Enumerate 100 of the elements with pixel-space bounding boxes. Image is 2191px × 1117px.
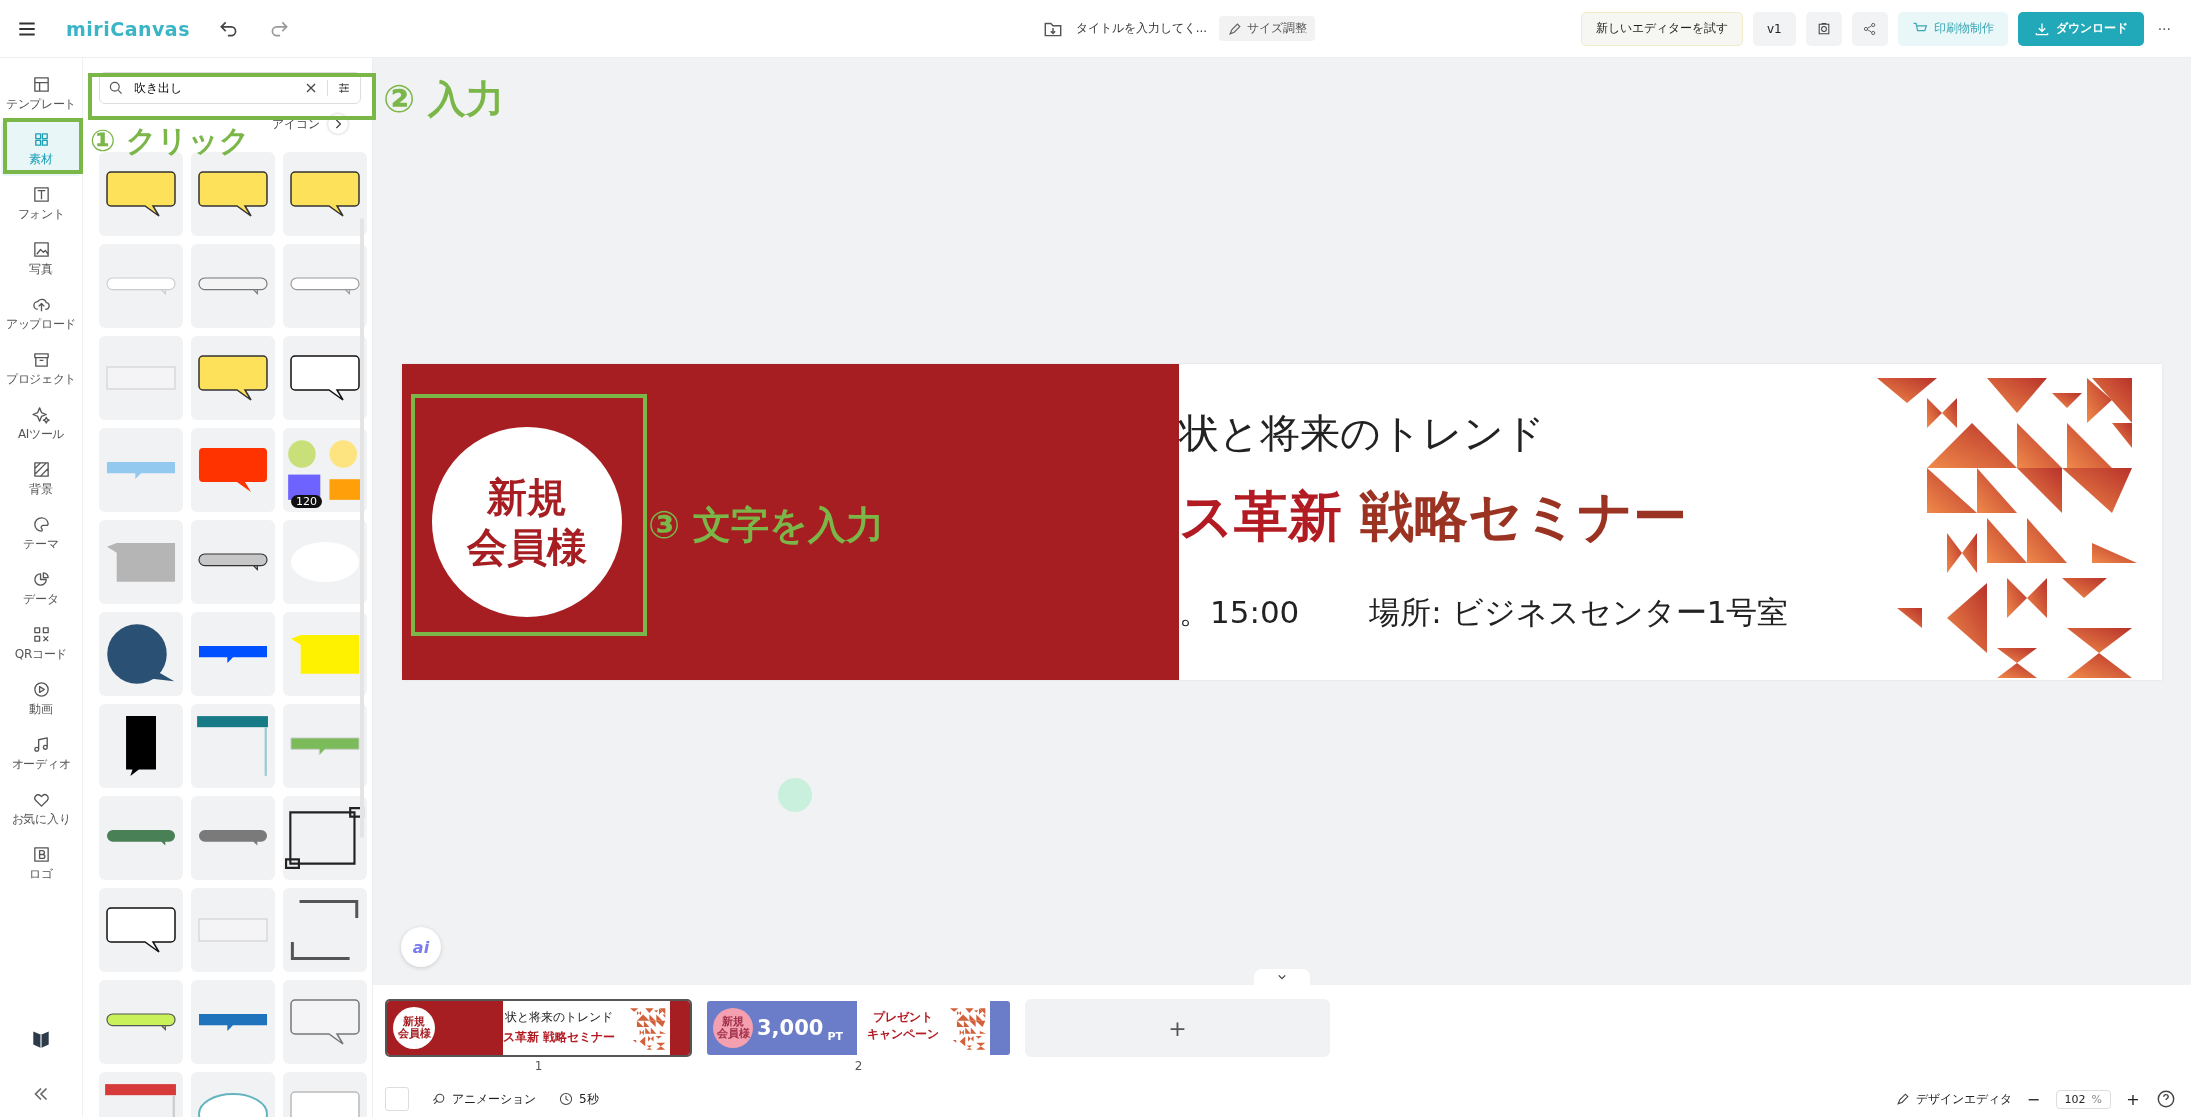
play-icon <box>31 679 51 699</box>
sidebar-item[interactable]: オーディオ <box>1 726 81 781</box>
place-text: 場所: ビジネスセンター1号室 <box>1369 592 1789 632</box>
version-button[interactable]: v1 <box>1752 11 1796 46</box>
sticker-tile[interactable] <box>99 612 183 696</box>
page-thumbnail[interactable]: 新規 会員様 状と将来のトレンド ス革新 戦略セミナー <box>385 999 692 1057</box>
title-text: ス革新 <box>1179 483 1342 550</box>
sticker-tile[interactable] <box>283 520 367 604</box>
camera-button[interactable] <box>1805 11 1842 46</box>
title-text: ス革新 戦略セミナー <box>503 1029 616 1046</box>
badge-drawing: 新規 会員様 <box>713 1008 753 1048</box>
try-new-editor-button[interactable]: 新しいエディターを試す <box>1580 11 1743 46</box>
sticker-tile[interactable] <box>191 888 275 972</box>
sticker-tile[interactable] <box>99 980 183 1064</box>
sidebar-item[interactable]: データ <box>1 561 81 616</box>
help-icon[interactable] <box>2155 1088 2177 1110</box>
color-swatch[interactable] <box>385 1087 409 1111</box>
pie-chart-icon <box>31 569 51 589</box>
sticker-tile[interactable] <box>283 152 367 236</box>
sticker-tile[interactable] <box>283 336 367 420</box>
sidebar-item[interactable]: 写真 <box>1 231 81 286</box>
download-icon <box>2033 20 2050 37</box>
sidebar-item[interactable]: 動画 <box>1 671 81 726</box>
badge-drawing: 新規 会員様 <box>393 1007 435 1049</box>
resize-button[interactable]: サイズ調整 <box>1219 16 1316 41</box>
campaign-text: キャンペーン <box>867 1026 939 1043</box>
sticker-tile[interactable] <box>191 980 275 1064</box>
sticker-tile[interactable] <box>191 336 275 420</box>
zoom-in-button[interactable]: + <box>2123 1089 2143 1109</box>
annotation-label: ③ 文字を入力 <box>648 502 885 549</box>
sticker-tile[interactable] <box>283 612 367 696</box>
cursor-highlight <box>778 778 812 812</box>
sticker-tile[interactable] <box>283 796 367 880</box>
sticker-tile[interactable] <box>99 704 183 788</box>
sidebar-item[interactable]: 背景 <box>1 451 81 506</box>
search-field[interactable]: 吹き出し <box>132 80 295 96</box>
annotation-label: ② 入力 <box>383 76 505 123</box>
layout-icon <box>31 74 51 94</box>
sparkle-icon <box>31 404 51 424</box>
sidebar-item[interactable]: アップロード <box>1 286 81 341</box>
unit-text: PT <box>827 1030 843 1043</box>
triangle-pattern-drawing <box>630 1007 666 1051</box>
qr-code-icon <box>31 624 51 644</box>
share-icon <box>1861 20 1878 37</box>
sticker-tile[interactable] <box>283 888 367 972</box>
search-bar[interactable]: 吹き出し <box>99 72 361 104</box>
sidebar-item[interactable]: テーマ <box>1 506 81 561</box>
sticker-tile[interactable] <box>99 796 183 880</box>
sticker-tile[interactable] <box>191 428 275 512</box>
ai-button[interactable]: ai <box>401 927 441 967</box>
pencil-icon <box>1227 20 1244 37</box>
sticker-tile[interactable] <box>191 520 275 604</box>
sticker-tile[interactable] <box>191 796 275 880</box>
sidebar-item[interactable]: お気に入り <box>1 781 81 836</box>
page-number: 2 <box>854 1059 863 1073</box>
text-box-icon <box>31 184 51 204</box>
badge-text: 新規 <box>487 472 567 522</box>
document-title[interactable]: タイトルを入力してく... <box>1075 20 1208 37</box>
duration-button[interactable]: 5秒 <box>558 1090 599 1108</box>
sticker-tile[interactable] <box>99 888 183 972</box>
sticker-tile[interactable] <box>99 336 183 420</box>
palette-icon <box>31 514 51 534</box>
design-editor-button[interactable]: デザインエディタ <box>1894 1090 2012 1108</box>
image-icon <box>31 239 51 259</box>
filter-icon[interactable] <box>327 80 352 96</box>
letter-box-icon <box>31 844 51 864</box>
page-number: 1 <box>534 1059 543 1073</box>
amount-text: 3,000 <box>757 1016 824 1040</box>
count-badge: 120 <box>291 495 322 508</box>
zoom-field[interactable]: 102 % <box>2055 1089 2111 1109</box>
share-button[interactable] <box>1851 11 1888 46</box>
sidebar-item[interactable]: フォント <box>1 176 81 231</box>
pencil-icon <box>1894 1091 1911 1107</box>
sticker-tile[interactable] <box>99 244 183 328</box>
sticker-tile[interactable]: 120 <box>283 428 367 512</box>
sidebar-item[interactable]: AIツール <box>1 396 81 451</box>
triangle-pattern-drawing <box>950 1007 986 1051</box>
zoom-out-button[interactable]: − <box>2023 1089 2044 1109</box>
sticker-tile[interactable] <box>283 704 367 788</box>
sticker-tile[interactable] <box>99 520 183 604</box>
sticker-tile[interactable] <box>191 612 275 696</box>
sidebar-item[interactable]: QRコード <box>1 616 81 671</box>
campaign-text: プレゼント <box>873 1009 933 1026</box>
sidebar-item[interactable]: プロジェクト <box>1 341 81 396</box>
sticker-tile[interactable] <box>283 980 367 1064</box>
subtitle-text: 状と将来のトレンド <box>1179 408 1546 458</box>
music-note-icon <box>31 734 51 754</box>
sticker-tile[interactable] <box>99 428 183 512</box>
sidebar-item[interactable]: ロゴ <box>1 836 81 891</box>
animation-icon <box>431 1091 447 1107</box>
sticker-tile[interactable] <box>191 704 275 788</box>
clock-icon <box>558 1091 574 1107</box>
more-button[interactable]: ··· <box>2153 20 2175 37</box>
add-page-button[interactable]: + <box>1025 999 1330 1057</box>
sticker-tile[interactable] <box>191 244 275 328</box>
animation-button[interactable]: アニメーション <box>431 1090 536 1108</box>
speech-bubble-badge[interactable]: 新規 会員様 <box>432 426 622 617</box>
sidebar-item[interactable]: テンプレート <box>1 66 81 121</box>
sticker-tile[interactable] <box>283 244 367 328</box>
time-text: 。15:00 <box>1179 592 1300 632</box>
